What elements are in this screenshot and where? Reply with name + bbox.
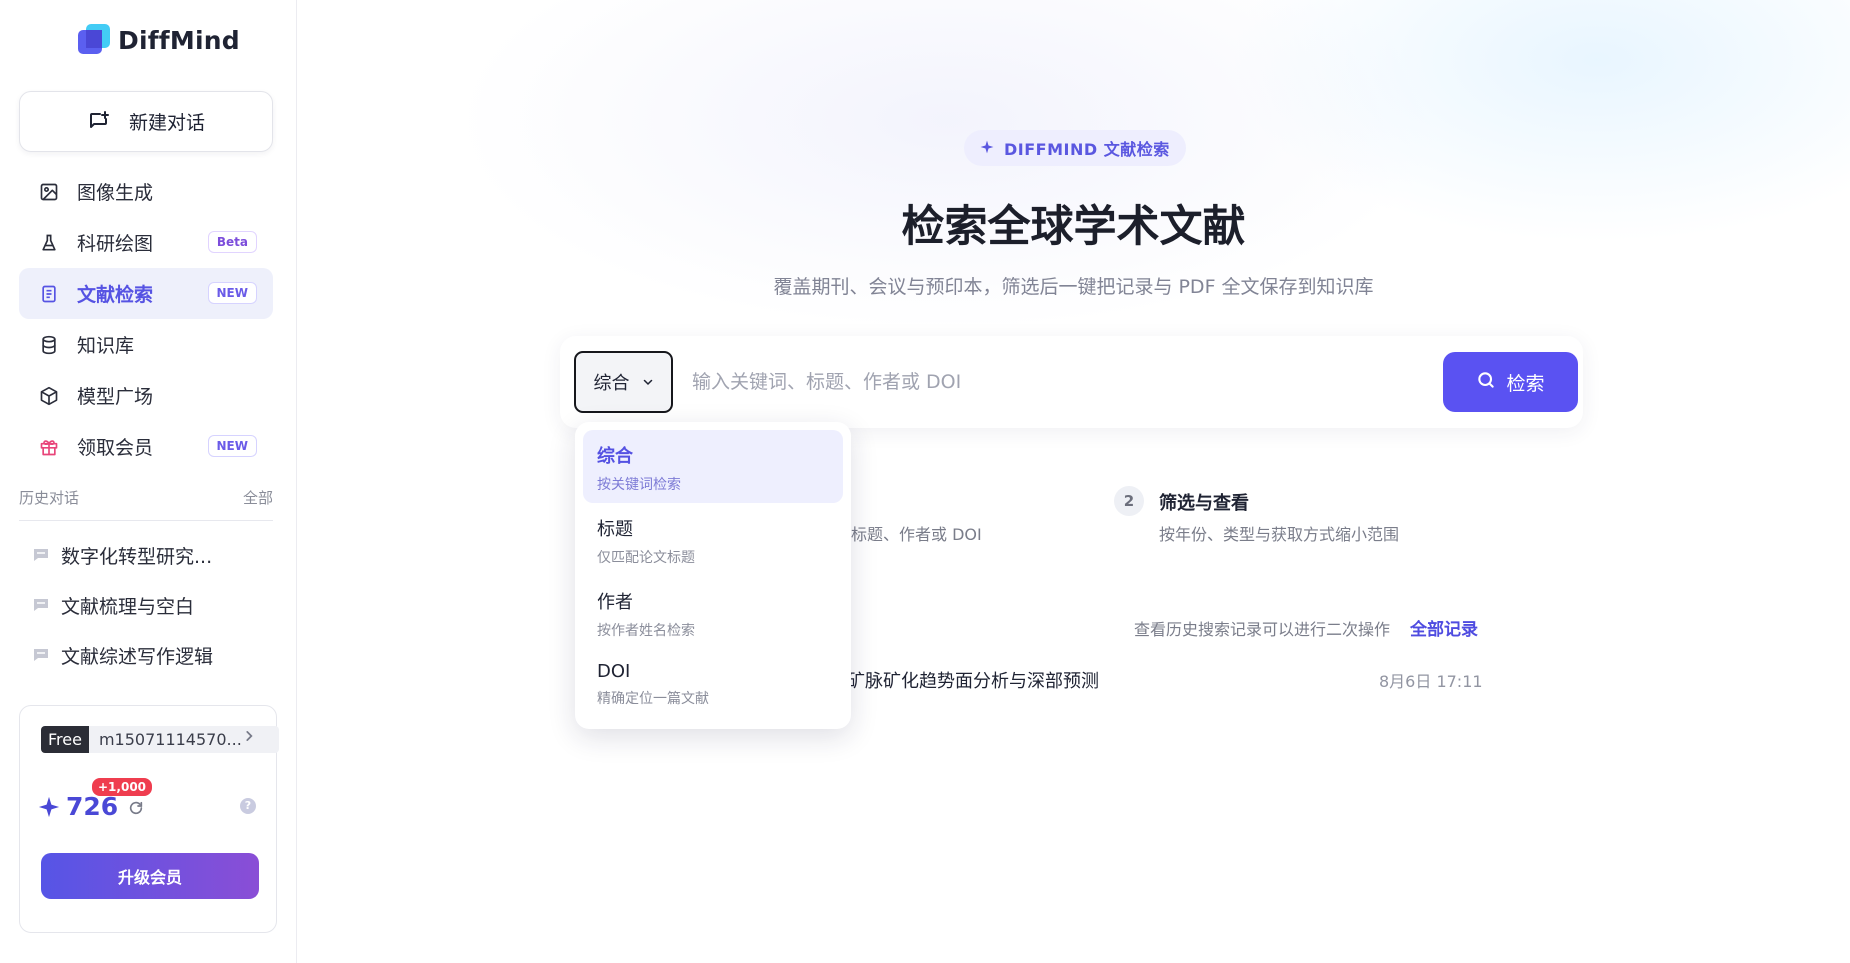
page-title: 检索全球学术文献: [901, 202, 1246, 252]
database-icon: [39, 335, 59, 355]
sidebar-item-label: 领取会员: [77, 437, 154, 459]
sidebar-item-research-drawing[interactable]: 科研绘图 Beta: [19, 217, 273, 268]
new-chat-button[interactable]: 新建对话: [19, 91, 273, 152]
sparkle-icon: [980, 139, 994, 158]
search-history-hint: 查看历史搜索记录可以进行二次操作: [1134, 620, 1391, 639]
gift-icon: [39, 437, 59, 457]
app-root: DiffMind 新建对话 图像生成 科研绘图 Beta 文献检索 NEW 知识…: [0, 0, 1850, 963]
upgrade-button[interactable]: 升级会员: [41, 853, 259, 899]
chevron-down-icon: [642, 372, 654, 393]
flask-icon: [39, 233, 59, 253]
step1-description: 标题、作者或 DOI: [851, 525, 982, 544]
main-content: DIFFMIND 文献检索 检索全球学术文献 覆盖期刊、会议与预印本，筛选后一键…: [297, 0, 1850, 963]
search-button-label: 检索: [1506, 372, 1545, 395]
beta-badge: Beta: [207, 231, 257, 253]
sidebar-item-label: 科研绘图: [77, 233, 154, 255]
sidebar-item-label: 知识库: [77, 335, 135, 357]
new-badge: NEW: [207, 435, 257, 457]
option-description: 仅匹配论文标题: [597, 550, 695, 566]
option-label: DOI: [597, 661, 631, 682]
refresh-icon[interactable]: [128, 800, 144, 820]
brand-logo[interactable]: DiffMind: [78, 24, 240, 56]
sidebar-item-membership[interactable]: 领取会员 NEW: [19, 421, 273, 472]
search-scope-select[interactable]: 综合: [574, 351, 673, 413]
chat-bubble-icon: [33, 598, 49, 612]
history-header: 历史对话 全部: [19, 487, 273, 521]
section-tag: DIFFMIND 文献检索: [964, 130, 1186, 166]
document-icon: [39, 284, 59, 304]
history-item-label: 文献梳理与空白: [61, 595, 195, 618]
user-card: Free m15071114570... +1,000 726 ? 升级会员: [19, 705, 279, 933]
dropdown-option-title[interactable]: 标题 仅匹配论文标题: [583, 503, 843, 576]
page-subtitle: 覆盖期刊、会议与预印本，筛选后一键把记录与 PDF 全文保存到知识库: [773, 276, 1374, 298]
plan-badge: Free: [41, 726, 89, 753]
new-badge: NEW: [207, 282, 257, 304]
image-icon: [39, 182, 59, 202]
search-icon: [1476, 370, 1496, 395]
new-chat-icon: [87, 110, 111, 134]
step-number: 2: [1114, 486, 1144, 516]
credits-value: 726: [66, 792, 119, 821]
history-item[interactable]: 文献梳理与空白: [19, 580, 273, 630]
search-scope-value: 综合: [593, 373, 630, 394]
history-item-label: 数字化转型研究...: [61, 545, 213, 568]
dropdown-option-author[interactable]: 作者 按作者姓名检索: [583, 576, 843, 649]
history-record-title[interactable]: 矿脉矿化趋势面分析与深部预测: [847, 667, 1099, 693]
option-description: 精确定位一篇文献: [597, 691, 709, 707]
search-button[interactable]: 检索: [1443, 352, 1578, 412]
brand-name: DiffMind: [118, 25, 240, 55]
step-description: 按年份、类型与获取方式缩小范围: [1159, 525, 1400, 544]
history-item[interactable]: 数字化转型研究...: [19, 530, 273, 580]
sidebar-item-label: 模型广场: [77, 386, 154, 408]
history-item[interactable]: 文献综述写作逻辑: [19, 630, 273, 680]
step-title: 筛选与查看: [1159, 493, 1249, 514]
sidebar-item-model-plaza[interactable]: 模型广场: [19, 370, 273, 421]
sidebar-item-label: 图像生成: [77, 182, 154, 204]
option-label: 作者: [597, 592, 633, 613]
sidebar-item-knowledge-base[interactable]: 知识库: [19, 319, 273, 370]
option-description: 按关键词检索: [597, 477, 681, 493]
dropdown-option-doi[interactable]: DOI 精确定位一篇文献: [583, 649, 843, 722]
help-icon[interactable]: ?: [240, 798, 256, 814]
search-input[interactable]: [692, 358, 1432, 406]
search-scope-dropdown: 综合 按关键词检索 标题 仅匹配论文标题 作者 按作者姓名检索 DOI 精确定位…: [575, 422, 851, 729]
section-tag-label: DIFFMIND 文献检索: [1004, 140, 1170, 159]
all-records-link[interactable]: 全部记录: [1410, 615, 1478, 640]
sparkle-icon: [38, 796, 60, 818]
option-label: 综合: [597, 446, 633, 467]
chat-bubble-icon: [33, 548, 49, 562]
history-item-label: 文献综述写作逻辑: [61, 645, 214, 668]
sidebar-item-image-generation[interactable]: 图像生成: [19, 166, 273, 217]
dropdown-option-general[interactable]: 综合 按关键词检索: [583, 430, 843, 503]
logo-icon: [78, 24, 110, 56]
sidebar-item-label: 文献检索: [77, 284, 154, 306]
history-list: 数字化转型研究... 文献梳理与空白 文献综述写作逻辑: [19, 530, 273, 680]
chat-bubble-icon: [33, 648, 49, 662]
option-description: 按作者姓名检索: [597, 623, 695, 639]
sidebar-item-literature-search[interactable]: 文献检索 NEW: [19, 268, 273, 319]
chevron-right-icon[interactable]: [242, 728, 256, 747]
option-label: 标题: [597, 519, 633, 540]
sidebar-nav: 图像生成 科研绘图 Beta 文献检索 NEW 知识库 模型广场 领取会员 NE…: [19, 166, 273, 472]
search-box: 综合 检索: [560, 336, 1583, 428]
cube-icon: [39, 386, 59, 406]
sidebar: DiffMind 新建对话 图像生成 科研绘图 Beta 文献检索 NEW 知识…: [0, 0, 297, 963]
history-record-time: 8月6日 17:11: [1379, 672, 1483, 691]
history-all-link[interactable]: 全部: [243, 487, 273, 508]
credits-row: 726: [38, 792, 118, 821]
new-chat-label: 新建对话: [128, 112, 205, 134]
history-title: 历史对话: [19, 489, 80, 507]
